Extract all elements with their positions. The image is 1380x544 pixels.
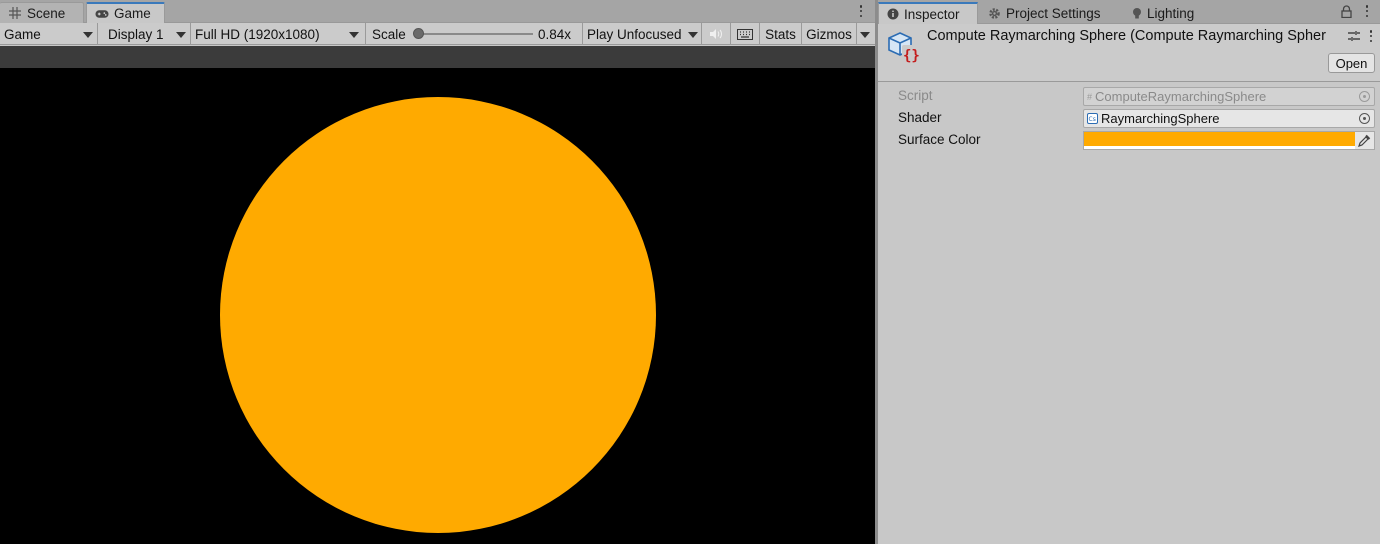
tab-inspector[interactable]: Inspector xyxy=(878,2,978,24)
info-icon xyxy=(887,8,899,20)
game-toolbar: Game Display 1 Full HD (1920x1080) Scale… xyxy=(0,23,875,45)
scale-slider-thumb[interactable] xyxy=(413,28,424,39)
eyedropper-icon[interactable] xyxy=(1357,134,1371,148)
svg-text:{}: {} xyxy=(903,48,920,63)
gizmos-dropdown[interactable] xyxy=(857,23,875,45)
gizmos-label: Gizmos xyxy=(806,26,852,42)
stats-label: Stats xyxy=(765,26,796,42)
game-tabbar: Scene Game xyxy=(0,0,875,23)
presets-icon[interactable] xyxy=(1348,30,1360,42)
svg-text:Cs: Cs xyxy=(1089,116,1096,123)
script-label: Script xyxy=(898,88,933,103)
game-pane: Scene Game Game Display 1 Full HD (1920x… xyxy=(0,0,875,544)
component-menu-icon[interactable] xyxy=(1366,29,1376,43)
tab-project-settings[interactable]: Project Settings xyxy=(980,2,1109,24)
scale-value: 0.84x xyxy=(538,26,572,42)
rendered-sphere xyxy=(220,97,656,533)
stats-button[interactable]: Stats xyxy=(760,23,802,45)
shader-value: RaymarchingSphere xyxy=(1101,111,1220,126)
scale-label: Scale xyxy=(372,26,406,42)
gear-icon xyxy=(989,7,1000,19)
color-alpha-bar xyxy=(1084,146,1355,149)
tab-project-settings-label: Project Settings xyxy=(1006,5,1101,21)
chevron-down-icon xyxy=(349,32,359,38)
script-value: ComputeRaymarchingSphere xyxy=(1095,89,1267,104)
speaker-icon xyxy=(710,29,722,39)
resolution-dropdown[interactable]: Full HD (1920x1080) xyxy=(191,23,366,45)
keyboard-icon xyxy=(737,28,753,40)
scale-control: Scale 0.84x xyxy=(366,23,583,45)
lock-icon[interactable] xyxy=(1341,5,1352,18)
property-row-surface-color: Surface Color xyxy=(878,130,1380,150)
shader-label: Shader xyxy=(898,110,942,125)
inspector-menu-icon[interactable] xyxy=(1362,4,1372,18)
surface-color-field[interactable] xyxy=(1083,131,1375,150)
shortcuts-button[interactable] xyxy=(731,23,760,45)
grid-icon xyxy=(8,6,22,20)
compute-shader-icon: {} xyxy=(888,32,920,63)
play-mode-label: Play Unfocused xyxy=(587,26,682,42)
tab-lighting[interactable]: Lighting xyxy=(1124,2,1202,24)
color-swatch[interactable] xyxy=(1084,132,1355,146)
view-dropdown-label: Game xyxy=(4,26,41,42)
chevron-down-icon xyxy=(688,32,698,38)
tab-lighting-label: Lighting xyxy=(1147,5,1195,21)
chevron-down-icon xyxy=(83,32,93,38)
component-title: Compute Raymarching Sphere (Compute Raym… xyxy=(927,28,1326,44)
script-field[interactable]: # ComputeRaymarchingSphere xyxy=(1083,87,1375,106)
gizmos-button[interactable]: Gizmos xyxy=(802,23,857,45)
gamepad-icon xyxy=(95,7,109,21)
display-dropdown-label: Display 1 xyxy=(108,26,164,42)
chevron-down-icon xyxy=(860,32,870,38)
property-row-script: Script # ComputeRaymarchingSphere xyxy=(878,86,1380,106)
bulb-icon xyxy=(1133,7,1141,18)
object-picker-icon[interactable] xyxy=(1359,91,1370,102)
game-pane-menu-icon[interactable] xyxy=(856,4,866,18)
mute-audio-button[interactable] xyxy=(702,23,731,45)
cs-icon: Cs xyxy=(1087,113,1098,124)
display-dropdown[interactable]: Display 1 xyxy=(98,23,191,45)
tab-game-label: Game xyxy=(114,6,151,21)
tab-inspector-label: Inspector xyxy=(904,6,960,22)
component-header: {} Compute Raymarching Sphere (Compute R… xyxy=(878,24,1380,82)
open-button[interactable]: Open xyxy=(1328,53,1375,73)
script-icon: # xyxy=(1087,91,1093,102)
object-picker-icon[interactable] xyxy=(1359,113,1370,124)
game-info-bar xyxy=(0,46,875,68)
game-viewport[interactable] xyxy=(0,68,875,544)
tab-scene-label: Scene xyxy=(27,5,66,21)
surface-color-label: Surface Color xyxy=(898,132,981,147)
inspector-pane: Inspector Project Settings Lighting {} C… xyxy=(878,0,1380,544)
tab-game[interactable]: Game xyxy=(86,2,165,23)
property-row-shader: Shader Cs RaymarchingSphere xyxy=(878,108,1380,128)
chevron-down-icon xyxy=(176,32,186,38)
shader-field[interactable]: Cs RaymarchingSphere xyxy=(1083,109,1375,128)
tab-scene[interactable]: Scene xyxy=(0,2,84,23)
resolution-dropdown-label: Full HD (1920x1080) xyxy=(195,26,320,42)
view-dropdown[interactable]: Game xyxy=(0,23,98,45)
inspector-tabbar: Inspector Project Settings Lighting xyxy=(878,0,1380,24)
scale-slider-track[interactable] xyxy=(418,33,533,35)
play-mode-dropdown[interactable]: Play Unfocused xyxy=(583,23,702,45)
